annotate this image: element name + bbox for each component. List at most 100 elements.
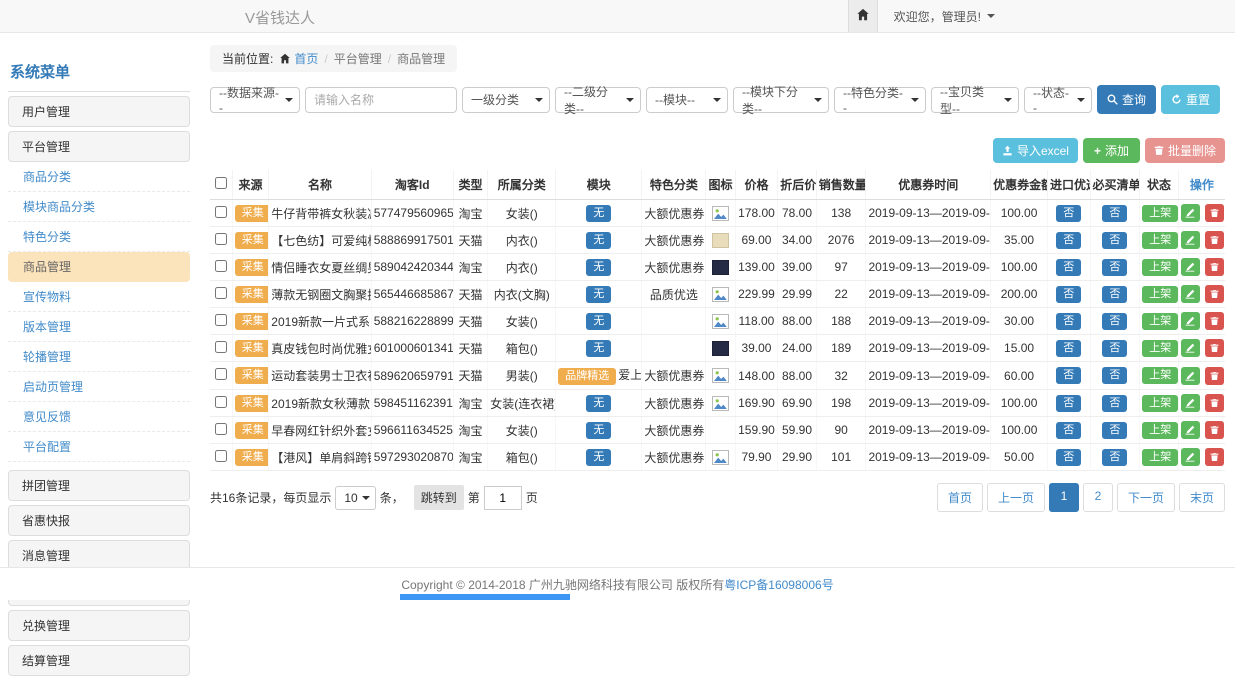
delete-button[interactable] — [1205, 312, 1224, 330]
row-checkbox[interactable] — [215, 260, 227, 272]
row-checkbox[interactable] — [215, 206, 227, 218]
delete-button[interactable] — [1205, 421, 1224, 439]
must-buy-badge[interactable]: 否 — [1102, 205, 1127, 222]
sidebar-item-promo-material[interactable]: 宣传物料 — [8, 282, 190, 312]
status-badge[interactable]: 上架 — [1142, 340, 1178, 357]
import-select-badge[interactable]: 否 — [1056, 313, 1081, 330]
delete-button[interactable] — [1205, 204, 1224, 222]
sidebar-item-platform-config[interactable]: 平台配置 — [8, 432, 190, 462]
module-subcategory-select[interactable]: --模块下分类-- — [733, 87, 829, 113]
delete-button[interactable] — [1205, 394, 1224, 412]
status-badge[interactable]: 上架 — [1142, 205, 1178, 222]
import-excel-button[interactable]: 导入excel — [993, 138, 1078, 163]
status-badge[interactable]: 上架 — [1142, 395, 1178, 412]
home-button[interactable] — [848, 0, 878, 32]
status-badge[interactable]: 上架 — [1142, 259, 1178, 276]
edit-button[interactable] — [1181, 204, 1200, 222]
must-buy-badge[interactable]: 否 — [1102, 232, 1127, 249]
must-buy-badge[interactable]: 否 — [1102, 286, 1127, 303]
import-select-badge[interactable]: 否 — [1056, 259, 1081, 276]
row-checkbox[interactable] — [215, 423, 227, 435]
add-button[interactable]: + 添加 — [1083, 138, 1140, 163]
edit-button[interactable] — [1181, 312, 1200, 330]
import-select-badge[interactable]: 否 — [1056, 205, 1081, 222]
level1-category-select[interactable]: 一级分类 — [462, 87, 550, 113]
edit-button[interactable] — [1181, 367, 1200, 385]
pager-prev[interactable]: 上一页 — [987, 483, 1045, 512]
sidebar-item-module-goods-category[interactable]: 模块商品分类 — [8, 192, 190, 222]
user-menu[interactable]: 欢迎您，管理员! — [894, 8, 995, 25]
row-checkbox[interactable] — [215, 396, 227, 408]
import-select-badge[interactable]: 否 — [1056, 232, 1081, 249]
must-buy-badge[interactable]: 否 — [1102, 422, 1127, 439]
select-all-checkbox[interactable] — [215, 177, 227, 189]
delete-button[interactable] — [1205, 448, 1224, 466]
reset-button[interactable]: 重置 — [1161, 85, 1220, 114]
import-select-badge[interactable]: 否 — [1056, 286, 1081, 303]
page-size-select[interactable]: 10 — [335, 486, 375, 510]
sidebar-section-platform-mgmt[interactable]: 平台管理 — [8, 131, 190, 162]
sidebar-section-groupbuy-mgmt[interactable]: 拼团管理 — [8, 470, 190, 501]
sidebar-item-version-mgmt[interactable]: 版本管理 — [8, 312, 190, 342]
module-select[interactable]: --模块-- — [646, 87, 728, 113]
row-checkbox[interactable] — [215, 368, 227, 380]
sidebar-item-feedback[interactable]: 意见反馈 — [8, 402, 190, 432]
edit-button[interactable] — [1181, 231, 1200, 249]
item-type-select[interactable]: --宝贝类型-- — [931, 87, 1019, 113]
delete-button[interactable] — [1205, 258, 1224, 276]
edit-button[interactable] — [1181, 285, 1200, 303]
status-badge[interactable]: 上架 — [1142, 422, 1178, 439]
row-checkbox[interactable] — [215, 314, 227, 326]
sidebar-item-splash-mgmt[interactable]: 启动页管理 — [8, 372, 190, 402]
import-select-badge[interactable]: 否 — [1056, 449, 1081, 466]
data-source-select[interactable]: --数据来源-- — [210, 87, 300, 113]
edit-button[interactable] — [1181, 448, 1200, 466]
edit-button[interactable] — [1181, 339, 1200, 357]
sidebar-item-carousel-mgmt[interactable]: 轮播管理 — [8, 342, 190, 372]
sidebar-item-goods-mgmt[interactable]: 商品管理 — [8, 252, 190, 282]
status-badge[interactable]: 上架 — [1142, 367, 1178, 384]
status-badge[interactable]: 上架 — [1142, 449, 1178, 466]
sidebar-section-exchange-mgmt[interactable]: 兑换管理 — [8, 610, 190, 641]
delete-button[interactable] — [1205, 231, 1224, 249]
edit-button[interactable] — [1181, 421, 1200, 439]
edit-button[interactable] — [1181, 258, 1200, 276]
level2-category-select[interactable]: --二级分类-- — [555, 87, 641, 113]
sidebar-section-settlement-mgmt[interactable]: 结算管理 — [8, 645, 190, 676]
must-buy-badge[interactable]: 否 — [1102, 340, 1127, 357]
import-select-badge[interactable]: 否 — [1056, 422, 1081, 439]
sidebar-item-goods-category[interactable]: 商品分类 — [8, 162, 190, 192]
import-select-badge[interactable]: 否 — [1056, 395, 1081, 412]
feature-category-select[interactable]: --特色分类-- — [834, 87, 926, 113]
edit-button[interactable] — [1181, 394, 1200, 412]
pager-last[interactable]: 末页 — [1179, 483, 1225, 512]
icp-link[interactable]: 粤ICP备16098006号 — [724, 576, 833, 593]
sidebar-item-feature-category[interactable]: 特色分类 — [8, 222, 190, 252]
pager-page-2[interactable]: 2 — [1083, 483, 1113, 512]
row-checkbox[interactable] — [215, 233, 227, 245]
sidebar-section-saving-news[interactable]: 省惠快报 — [8, 505, 190, 536]
jump-button[interactable]: 跳转到 — [414, 485, 464, 510]
breadcrumb-home-link[interactable]: 首页 — [279, 50, 318, 67]
sidebar-section-user-mgmt[interactable]: 用户管理 — [8, 96, 190, 127]
row-checkbox[interactable] — [215, 287, 227, 299]
status-badge[interactable]: 上架 — [1142, 232, 1178, 249]
must-buy-badge[interactable]: 否 — [1102, 259, 1127, 276]
must-buy-badge[interactable]: 否 — [1102, 449, 1127, 466]
pager-first[interactable]: 首页 — [937, 483, 983, 512]
import-select-badge[interactable]: 否 — [1056, 367, 1081, 384]
delete-button[interactable] — [1205, 367, 1224, 385]
pager-next[interactable]: 下一页 — [1117, 483, 1175, 512]
must-buy-badge[interactable]: 否 — [1102, 313, 1127, 330]
batch-delete-button[interactable]: 批量删除 — [1145, 138, 1225, 163]
must-buy-badge[interactable]: 否 — [1102, 395, 1127, 412]
status-badge[interactable]: 上架 — [1142, 286, 1178, 303]
page-number-input[interactable] — [484, 486, 522, 510]
must-buy-badge[interactable]: 否 — [1102, 367, 1127, 384]
name-search-input[interactable] — [305, 87, 457, 113]
row-checkbox[interactable] — [215, 450, 227, 462]
status-badge[interactable]: 上架 — [1142, 313, 1178, 330]
import-select-badge[interactable]: 否 — [1056, 340, 1081, 357]
delete-button[interactable] — [1205, 285, 1224, 303]
status-select[interactable]: --状态-- — [1024, 87, 1092, 113]
